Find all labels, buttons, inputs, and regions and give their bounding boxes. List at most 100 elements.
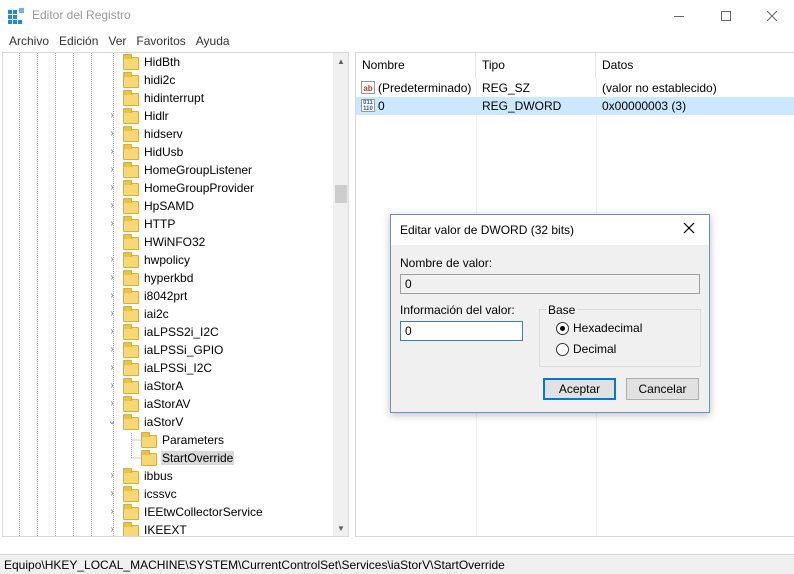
menu-favoritos[interactable]: Favoritos <box>131 34 190 48</box>
dialog-close-button[interactable] <box>681 222 697 238</box>
radio-hexadecimal[interactable]: Hexadecimal <box>556 320 642 336</box>
column-header-type[interactable]: Tipo <box>476 53 596 77</box>
scrollbar-thumb[interactable] <box>335 185 347 203</box>
tree-item[interactable]: › Hidlr <box>3 107 333 125</box>
folder-icon <box>123 468 139 484</box>
chevron-right-icon[interactable]: › <box>107 182 117 194</box>
close-icon <box>767 10 777 21</box>
tree-item[interactable]: › iaStorAV <box>3 395 333 413</box>
chevron-right-icon[interactable]: › <box>107 272 117 284</box>
folder-icon <box>123 162 139 178</box>
value-name-field[interactable] <box>400 274 700 294</box>
tree-item[interactable]: › icssvc <box>3 485 333 503</box>
folder-icon <box>123 360 139 376</box>
value-type: REG_SZ <box>482 81 531 95</box>
tree-item[interactable]: hidi2c <box>3 71 333 89</box>
registry-icon <box>8 8 24 24</box>
chevron-right-icon[interactable]: › <box>107 362 117 374</box>
tree-item[interactable]: › iaLPSS2i_I2C <box>3 323 333 341</box>
tree-item[interactable]: › HomeGroupProvider <box>3 179 333 197</box>
chevron-down-icon[interactable]: ⌄ <box>107 416 117 428</box>
column-header-name[interactable]: Nombre <box>356 53 476 77</box>
tree-item[interactable]: HWiNFO32 <box>3 233 333 251</box>
tree-item[interactable]: Parameters <box>3 431 333 449</box>
tree-item[interactable]: › HidUsb <box>3 143 333 161</box>
value-row[interactable]: ab (Predeterminado) REG_SZ (valor no est… <box>356 79 794 97</box>
column-header-data[interactable]: Datos <box>596 53 794 77</box>
chevron-right-icon[interactable]: › <box>107 200 117 212</box>
chevron-right-icon[interactable]: › <box>107 254 117 266</box>
scroll-down-icon[interactable]: ▼ <box>333 520 348 536</box>
tree-item[interactable]: ⌄ iaStorV <box>3 413 333 431</box>
tree-item[interactable]: › iaLPSSi_I2C <box>3 359 333 377</box>
minimize-button[interactable] <box>656 0 702 31</box>
chevron-right-icon[interactable]: › <box>107 128 117 140</box>
chevron-right-icon[interactable]: › <box>107 470 117 482</box>
tree-item[interactable]: › iaLPSSi_GPIO <box>3 341 333 359</box>
chevron-right-icon[interactable]: › <box>107 488 117 500</box>
tree-item[interactable]: › i8042prt <box>3 287 333 305</box>
chevron-right-icon[interactable]: › <box>107 164 117 176</box>
title-bar: Editor del Registro <box>0 0 794 31</box>
maximize-button[interactable] <box>703 0 749 31</box>
menu-ver[interactable]: Ver <box>103 34 131 48</box>
tree-item[interactable]: › hidserv <box>3 125 333 143</box>
value-data-field[interactable] <box>400 321 523 341</box>
folder-icon <box>123 342 139 358</box>
menu-ayuda[interactable]: Ayuda <box>191 34 235 48</box>
radio-decimal[interactable]: Decimal <box>556 341 616 357</box>
chevron-right-icon[interactable]: › <box>107 398 117 410</box>
menu-archivo[interactable]: Archivo <box>4 34 54 48</box>
edit-dword-dialog: Editar valor de DWORD (32 bits) Nombre d… <box>390 214 710 413</box>
chevron-right-icon[interactable]: › <box>107 308 117 320</box>
radio-checked-icon[interactable] <box>556 321 569 335</box>
radio-label: Decimal <box>573 342 617 356</box>
folder-icon <box>123 252 139 268</box>
tree-item-label: iaLPSS2i_I2C <box>144 325 219 339</box>
folder-icon <box>123 414 139 430</box>
close-button[interactable] <box>749 0 794 31</box>
tree-item[interactable]: › HpSAMD <box>3 197 333 215</box>
key-tree[interactable]: HidBth hidi2c hidinterrupt › Hidlr › hidserv › H… <box>2 52 349 537</box>
radio-unchecked-icon[interactable] <box>556 342 569 356</box>
folder-icon <box>123 306 139 322</box>
ok-button[interactable]: Aceptar <box>543 378 616 400</box>
tree-item-label: HomeGroupProvider <box>144 181 255 195</box>
dialog-title-bar: Editar valor de DWORD (32 bits) <box>391 215 709 245</box>
chevron-right-icon[interactable]: › <box>107 380 117 392</box>
cancel-button[interactable]: Cancelar <box>626 378 699 400</box>
chevron-right-icon[interactable]: › <box>107 344 117 356</box>
value-data: 0x00000003 (3) <box>602 99 687 113</box>
tree-item[interactable]: › IKEEXT <box>3 521 333 536</box>
maximize-icon <box>721 10 731 21</box>
folder-icon <box>123 198 139 214</box>
chevron-right-icon[interactable]: › <box>107 524 117 536</box>
tree-item[interactable]: StartOverride <box>3 449 333 467</box>
chevron-right-icon[interactable]: › <box>107 146 117 158</box>
tree-item[interactable]: › hwpolicy <box>3 251 333 269</box>
tree-item[interactable]: hidinterrupt <box>3 89 333 107</box>
scroll-up-icon[interactable]: ▲ <box>333 53 348 69</box>
folder-icon <box>123 54 139 70</box>
value-type: REG_DWORD <box>482 99 562 113</box>
tree-item-label: StartOverride <box>161 451 235 465</box>
value-row-selected[interactable]: 011 110 0 REG_DWORD 0x00000003 (3) <box>356 97 794 115</box>
tree-item[interactable]: › HTTP <box>3 215 333 233</box>
tree-item[interactable]: › hyperkbd <box>3 269 333 287</box>
tree-item[interactable]: › ibbus <box>3 467 333 485</box>
tree-item[interactable]: › iai2c <box>3 305 333 323</box>
chevron-right-icon[interactable]: › <box>107 218 117 230</box>
tree-item-label: icssvc <box>144 487 177 501</box>
status-bar: Equipo\HKEY_LOCAL_MACHINE\SYSTEM\Current… <box>0 554 794 574</box>
chevron-right-icon[interactable]: › <box>107 110 117 122</box>
tree-item[interactable]: › iaStorA <box>3 377 333 395</box>
tree-item[interactable]: › IEEtwCollectorService <box>3 503 333 521</box>
folder-icon <box>123 144 139 160</box>
menu-edicion[interactable]: Edición <box>54 34 103 48</box>
tree-vertical-scrollbar[interactable]: ▲ ▼ <box>333 53 348 536</box>
tree-item[interactable]: HidBth <box>3 53 333 71</box>
tree-item[interactable]: › HomeGroupListener <box>3 161 333 179</box>
chevron-right-icon[interactable]: › <box>107 326 117 338</box>
chevron-right-icon[interactable]: › <box>107 290 117 302</box>
chevron-right-icon[interactable]: › <box>107 506 117 518</box>
